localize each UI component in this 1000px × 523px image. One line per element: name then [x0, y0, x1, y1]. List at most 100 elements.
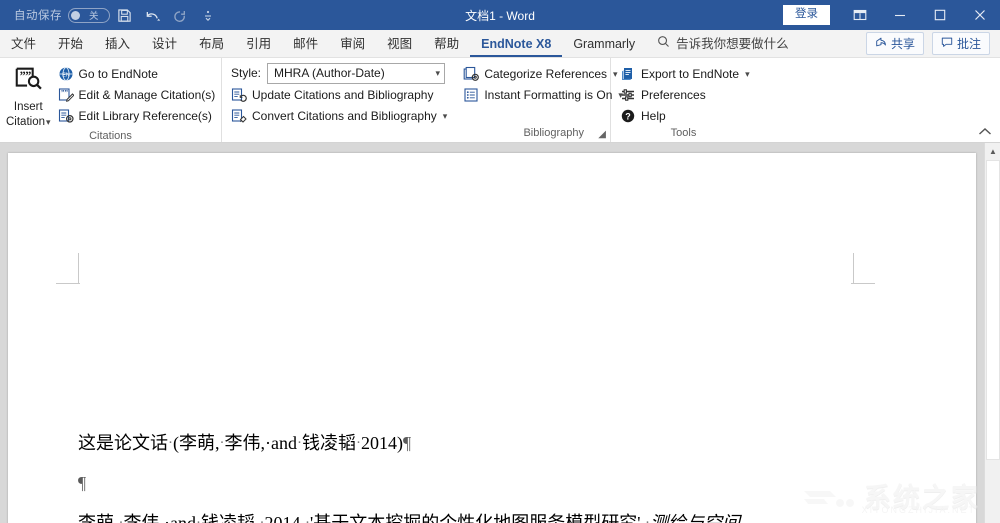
undo-icon[interactable]: [138, 2, 166, 28]
categorize-references-button[interactable]: Categorize References ▾: [460, 64, 626, 84]
redo-icon[interactable]: [166, 2, 194, 28]
tab-layout[interactable]: 布局: [188, 31, 235, 57]
paragraph-bibliography-line1[interactable]: 李萌,·李伟,·and·钱凌韬.·2014.·'基于文本挖掘的个性化地图服务模型…: [78, 503, 888, 523]
tab-endnote-x8[interactable]: EndNote X8: [470, 31, 563, 57]
instant-formatting-icon: [463, 87, 479, 103]
scroll-up-icon[interactable]: ▲: [985, 143, 1000, 159]
bibliography-extra-commands: Categorize References ▾ Instant Formatti…: [460, 62, 626, 105]
export-caret-icon: ▾: [745, 68, 750, 79]
tab-mailings[interactable]: 邮件: [282, 31, 329, 57]
autosave-label: 自动保存: [14, 10, 62, 22]
insert-citation-icon: ” ”: [13, 64, 43, 99]
qat-more-icon[interactable]: [194, 2, 222, 28]
tab-design[interactable]: 设计: [141, 31, 188, 57]
ribbon-tab-strip: 文件 开始 插入 设计 布局 引用 邮件 审阅 视图 帮助 EndNote X8…: [0, 30, 1000, 58]
scrollbar-thumb[interactable]: [986, 160, 1000, 460]
convert-citations-bibliography-button[interactable]: Convert Citations and Bibliography ▾: [228, 106, 450, 126]
bib-run-6: '基于文本挖掘的个性化地图服务模型研究',: [309, 513, 645, 523]
comments-button[interactable]: 批注: [931, 32, 990, 55]
ribbon-group-bibliography: Style: MHRA (Author-Date) ▾ Update Citat…: [222, 58, 623, 142]
style-label: Style:: [231, 66, 262, 80]
categorize-references-label: Categorize References: [484, 67, 608, 81]
share-icon: [875, 36, 887, 51]
svg-text:EN: EN: [62, 72, 70, 78]
edit-manage-citations-label: Edit & Manage Citation(s): [78, 88, 216, 102]
maximize-icon[interactable]: [920, 0, 960, 30]
sign-in-button[interactable]: 登录: [783, 5, 830, 25]
tab-home[interactable]: 开始: [47, 31, 94, 57]
update-citations-bibliography-button[interactable]: Update Citations and Bibliography: [228, 85, 450, 105]
tab-references[interactable]: 引用: [235, 31, 282, 57]
collapse-ribbon-icon[interactable]: [978, 126, 992, 140]
tab-insert[interactable]: 插入: [94, 31, 141, 57]
document-canvas[interactable]: 这是论文话·(李萌,·李伟,·and·钱凌韬·2014)¶ ¶ 李萌,·李伟,·…: [0, 143, 1000, 523]
export-to-endnote-label: Export to EndNote: [641, 67, 740, 81]
tell-me-label: 告诉我你想要做什么: [676, 37, 789, 51]
svg-text:””: ””: [61, 89, 69, 97]
edit-library-icon: [58, 108, 74, 124]
edit-citation-icon: ””: [58, 87, 75, 103]
preferences-button[interactable]: Preferences: [617, 85, 753, 105]
document-body[interactable]: 这是论文话·(李萌,·李伟,·and·钱凌韬·2014)¶ ¶ 李萌,·李伟,·…: [78, 423, 888, 523]
tab-help[interactable]: 帮助: [423, 31, 470, 57]
tools-commands: Export to EndNote ▾ Preferences ? Help: [617, 62, 753, 126]
tab-review[interactable]: 审阅: [329, 31, 376, 57]
close-icon[interactable]: [960, 0, 1000, 30]
edit-library-references-button[interactable]: Edit Library Reference(s): [55, 106, 219, 126]
insert-citation-label-line2: Citation▾: [6, 116, 51, 128]
endnote-globe-icon: EN: [58, 66, 74, 82]
bib-run-3: ·and: [164, 513, 196, 523]
go-to-endnote-button[interactable]: EN Go to EndNote: [55, 64, 219, 84]
search-icon: [657, 31, 670, 57]
dialog-launcher-icon[interactable]: ◢: [598, 129, 606, 140]
convert-citations-bibliography-label: Convert Citations and Bibliography: [252, 109, 437, 123]
style-selector-row: Style: MHRA (Author-Date) ▾: [228, 62, 450, 84]
preferences-icon: [620, 87, 636, 103]
insert-citation-button[interactable]: ” ” Insert Citation▾: [6, 62, 51, 129]
title-bar-right: 登录: [783, 0, 1000, 30]
export-to-endnote-button[interactable]: Export to EndNote ▾: [617, 64, 753, 84]
help-button[interactable]: ? Help: [617, 106, 753, 126]
group-title-citations: Citations: [89, 130, 132, 142]
paragraph-citation[interactable]: 这是论文话·(李萌,·李伟,·and·钱凌韬·2014)¶: [78, 423, 888, 463]
export-to-endnote-icon: [620, 66, 636, 82]
run-text-5: 钱凌韬: [301, 433, 356, 453]
ribbon-group-tools: Export to EndNote ▾ Preferences ? Help T: [611, 58, 756, 142]
edit-manage-citations-button[interactable]: ”” Edit & Manage Citation(s): [55, 85, 219, 105]
share-label: 共享: [890, 37, 915, 51]
help-label: Help: [641, 109, 666, 123]
bib-run-2: 李伟,: [123, 513, 165, 523]
save-icon[interactable]: [110, 2, 138, 28]
convert-bibliography-icon: [231, 108, 247, 124]
run-text-1: 这是论文话: [78, 433, 168, 453]
ribbon-group-citations: ” ” Insert Citation▾ EN Go to EndNote ””…: [0, 58, 222, 142]
ribbon: ” ” Insert Citation▾ EN Go to EndNote ””…: [0, 58, 1000, 143]
comment-icon: [941, 36, 953, 51]
bib-run-4: 钱凌韬.: [200, 513, 260, 523]
instant-formatting-label: Instant Formatting is On: [484, 88, 613, 102]
quick-access-toolbar: 自动保存 关: [0, 2, 222, 28]
share-button[interactable]: 共享: [865, 32, 924, 55]
minimize-icon[interactable]: [880, 0, 920, 30]
run-text-2: (李萌,: [173, 433, 220, 453]
tab-grammarly[interactable]: Grammarly: [562, 31, 646, 57]
convert-caret-icon: ▾: [442, 110, 448, 121]
tab-view[interactable]: 视图: [376, 31, 423, 57]
tab-file[interactable]: 文件: [0, 31, 47, 57]
vertical-scrollbar[interactable]: ▲: [984, 143, 1000, 523]
chevron-down-icon: ▾: [435, 67, 441, 78]
instant-formatting-button[interactable]: Instant Formatting is On ▾: [460, 85, 626, 105]
document-page[interactable]: 这是论文话·(李萌,·李伟,·and·钱凌韬·2014)¶ ¶ 李萌,·李伟,·…: [8, 153, 976, 523]
tell-me-box[interactable]: 告诉我你想要做什么: [646, 31, 800, 57]
pilcrow-mark: ¶: [78, 473, 87, 493]
ribbon-display-options-icon[interactable]: [840, 0, 880, 30]
bib-run-5: 2014.: [264, 513, 305, 523]
categorize-references-icon: [463, 66, 480, 82]
comments-label: 批注: [956, 37, 981, 51]
go-to-endnote-label: Go to EndNote: [78, 67, 158, 81]
paragraph-empty-1[interactable]: ¶: [78, 463, 888, 503]
style-combobox[interactable]: MHRA (Author-Date) ▾: [267, 62, 446, 84]
update-citations-bibliography-label: Update Citations and Bibliography: [252, 88, 434, 102]
edit-library-references-label: Edit Library Reference(s): [78, 109, 212, 123]
autosave-toggle[interactable]: 关: [68, 7, 110, 23]
